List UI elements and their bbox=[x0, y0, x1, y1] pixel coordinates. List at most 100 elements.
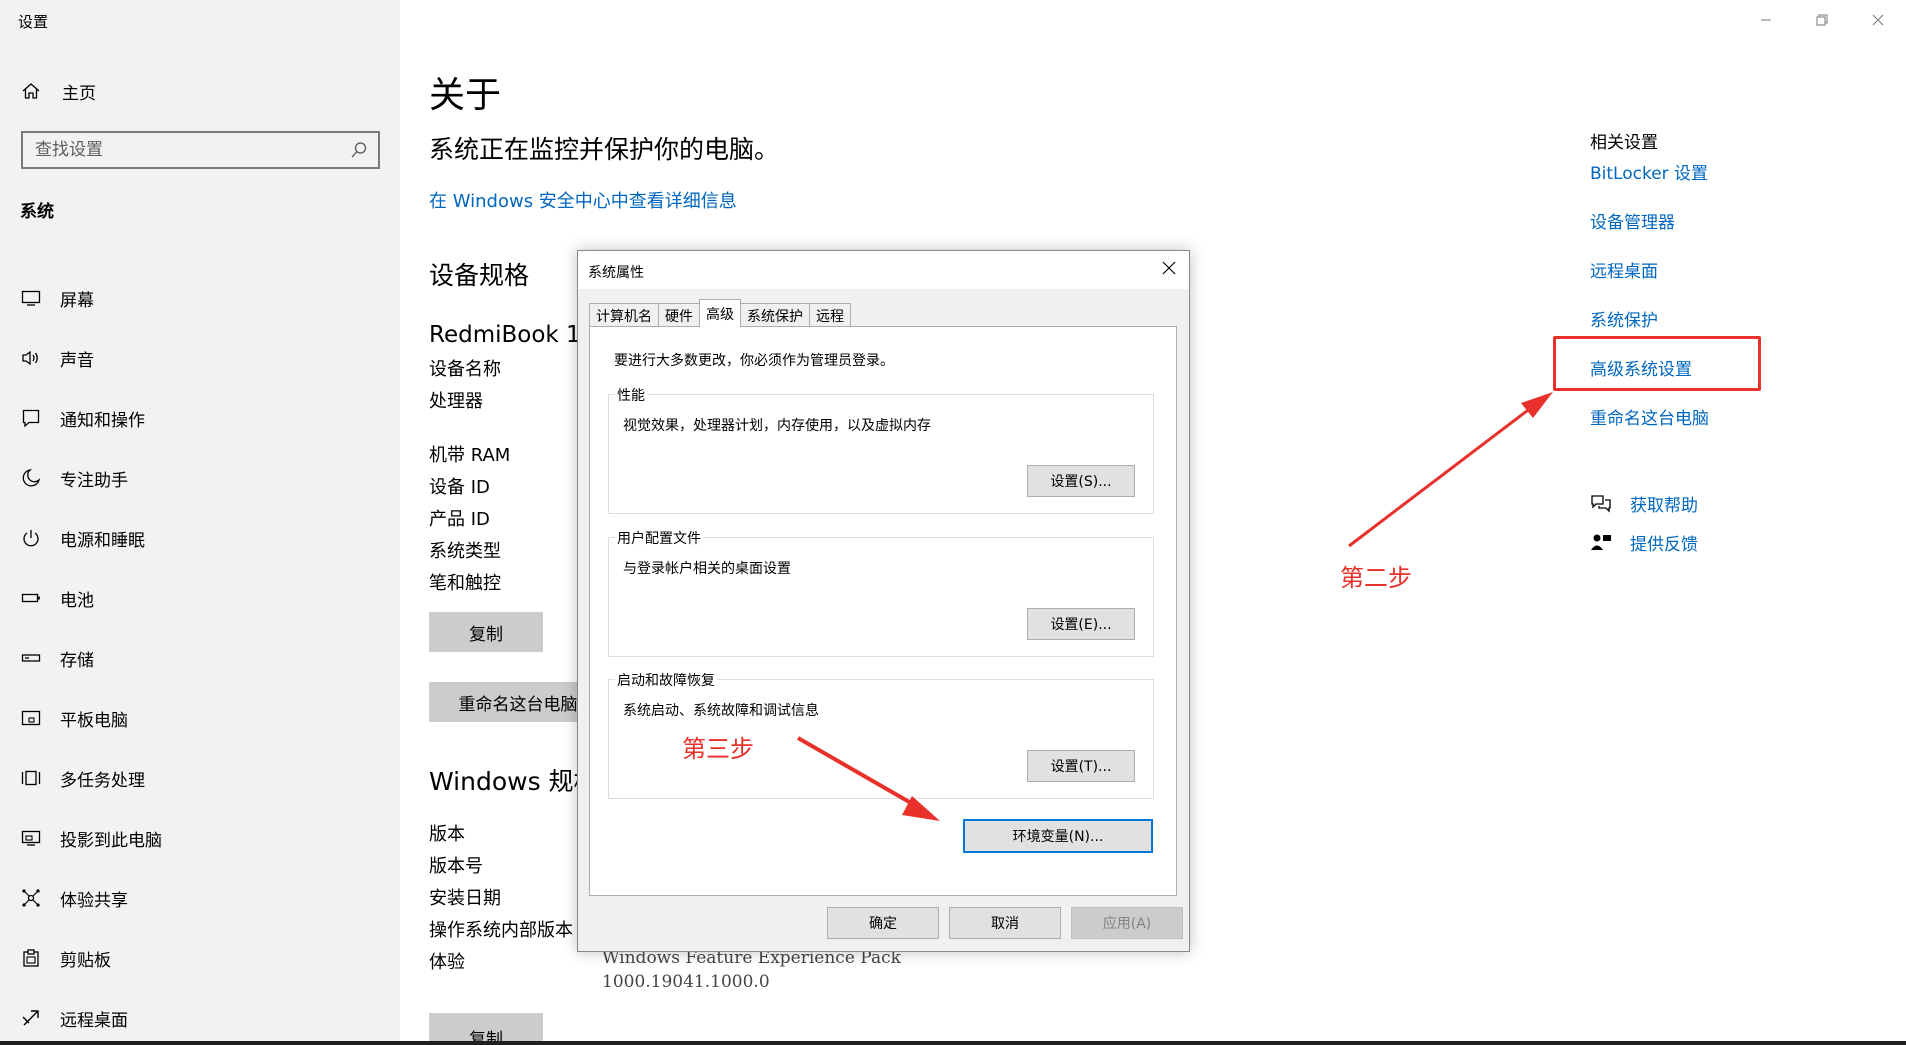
window-controls bbox=[1738, 0, 1906, 40]
group-desc: 与登录帐户相关的桌面设置 bbox=[623, 561, 791, 577]
nav-item-label: 专注助手 bbox=[60, 470, 128, 491]
tab-hardware[interactable]: 硬件 bbox=[658, 303, 700, 327]
dialog-close-button[interactable] bbox=[1159, 260, 1179, 280]
restore-button[interactable] bbox=[1794, 0, 1850, 40]
admin-note: 要进行大多数更改，你必须作为管理员登录。 bbox=[614, 353, 894, 369]
annotation-highlight-box bbox=[1553, 336, 1761, 391]
annotation-step-two: 第二步 bbox=[1340, 564, 1412, 592]
experience-version: 1000.19041.1000.0 bbox=[602, 972, 770, 992]
security-center-link[interactable]: 在 Windows 安全中心中查看详细信息 bbox=[429, 187, 737, 213]
nav-item-storage[interactable]: 存储 bbox=[20, 628, 380, 688]
environment-variables-button[interactable]: 环境变量(N)... bbox=[963, 819, 1153, 853]
nav-item-power[interactable]: 电源和睡眠 bbox=[20, 508, 380, 568]
startup-recovery-settings-button[interactable]: 设置(T)... bbox=[1027, 750, 1135, 782]
nav-item-label: 声音 bbox=[60, 350, 94, 371]
spec-label-system-type: 系统类型 bbox=[429, 541, 501, 562]
group-title: 启动和故障恢复 bbox=[615, 670, 717, 690]
device-spec-title: 设备规格 bbox=[429, 261, 530, 290]
notification-icon bbox=[20, 407, 42, 429]
advanced-tab-panel: 要进行大多数更改，你必须作为管理员登录。 性能 视觉效果，处理器计划，内存使用，… bbox=[589, 326, 1177, 896]
nav-item-label: 电源和睡眠 bbox=[60, 530, 145, 551]
nav-item-label: 多任务处理 bbox=[60, 770, 145, 791]
performance-group: 性能 视觉效果，处理器计划，内存使用，以及虚拟内存 设置(S)... bbox=[608, 385, 1154, 514]
protection-status: 系统正在监控并保护你的电脑。 bbox=[429, 135, 780, 164]
close-button[interactable] bbox=[1850, 0, 1906, 40]
group-desc: 视觉效果，处理器计划，内存使用，以及虚拟内存 bbox=[623, 418, 931, 434]
nav-item-battery[interactable]: 电池 bbox=[20, 568, 380, 628]
nav-item-label: 平板电脑 bbox=[60, 710, 128, 731]
tab-advanced[interactable]: 高级 bbox=[699, 299, 741, 327]
user-profiles-settings-button[interactable]: 设置(E)... bbox=[1027, 608, 1135, 640]
nav-item-label: 剪贴板 bbox=[60, 950, 111, 971]
nav-item-multitasking[interactable]: 多任务处理 bbox=[20, 748, 380, 808]
spec-label-install-date: 安装日期 bbox=[429, 888, 501, 909]
feedback-link[interactable]: 提供反馈 bbox=[1590, 530, 1698, 555]
group-desc: 系统启动、系统故障和调试信息 bbox=[623, 703, 819, 719]
apply-button[interactable]: 应用(A) bbox=[1071, 907, 1183, 939]
user-profiles-group: 用户配置文件 与登录帐户相关的桌面设置 设置(E)... bbox=[608, 528, 1154, 657]
search-input[interactable] bbox=[35, 140, 325, 160]
group-title: 用户配置文件 bbox=[615, 528, 703, 548]
remote-icon bbox=[20, 1007, 42, 1029]
nav-item-focus-assist[interactable]: 专注助手 bbox=[20, 448, 380, 508]
nav-item-remote-desktop[interactable]: 远程桌面 bbox=[20, 988, 380, 1045]
nav-item-label: 屏幕 bbox=[60, 290, 94, 311]
nav-item-label: 存储 bbox=[60, 650, 94, 671]
tab-system-protection[interactable]: 系统保护 bbox=[740, 303, 810, 327]
system-properties-dialog: 系统属性 计算机名 硬件 高级 系统保护 远程 要进行大多数更改，你必须作为管理… bbox=[577, 250, 1190, 952]
dialog-titlebar: 系统属性 bbox=[578, 251, 1189, 289]
tab-remote[interactable]: 远程 bbox=[809, 303, 851, 327]
performance-settings-button[interactable]: 设置(S)... bbox=[1027, 465, 1135, 497]
multitask-icon bbox=[20, 767, 42, 789]
moon-icon bbox=[20, 467, 42, 489]
spec-label-pen-touch: 笔和触控 bbox=[429, 573, 501, 594]
get-help-label: 获取帮助 bbox=[1630, 496, 1698, 516]
device-model: RedmiBook 13 bbox=[429, 322, 596, 348]
spec-label-experience: 体验 bbox=[429, 952, 465, 973]
remote-desktop-link[interactable]: 远程桌面 bbox=[1590, 261, 1709, 310]
spec-label-edition: 版本 bbox=[429, 824, 465, 845]
spec-label-version: 版本号 bbox=[429, 856, 483, 877]
nav-item-tablet[interactable]: 平板电脑 bbox=[20, 688, 380, 748]
nav-item-clipboard[interactable]: 剪贴板 bbox=[20, 928, 380, 988]
page-title: 关于 bbox=[429, 75, 502, 116]
related-settings-title: 相关设置 bbox=[1590, 133, 1658, 153]
chat-help-icon bbox=[1590, 493, 1612, 515]
rename-pc-link[interactable]: 重命名这台电脑 bbox=[1590, 408, 1709, 457]
nav-item-label: 通知和操作 bbox=[60, 410, 145, 431]
clipboard-icon bbox=[20, 947, 42, 969]
sidebar: 设置 主页 系统 屏幕 声音 通知和操作 专注助手 bbox=[0, 0, 400, 1045]
spec-label-ram: 机带 RAM bbox=[429, 445, 511, 466]
nav-item-project[interactable]: 投影到此电脑 bbox=[20, 808, 380, 868]
speaker-icon bbox=[20, 347, 42, 369]
nav-home[interactable]: 主页 bbox=[20, 79, 96, 104]
nav-item-shared-experiences[interactable]: 体验共享 bbox=[20, 868, 380, 928]
nav-item-label: 远程桌面 bbox=[60, 1010, 128, 1031]
minimize-icon bbox=[1760, 11, 1772, 30]
nav-item-label: 电池 bbox=[60, 590, 94, 611]
ok-button[interactable]: 确定 bbox=[827, 907, 939, 939]
copy-button[interactable]: 复制 bbox=[429, 612, 543, 652]
annotation-step-three: 第三步 bbox=[682, 735, 754, 763]
nav-item-label: 投影到此电脑 bbox=[60, 830, 162, 851]
storage-icon bbox=[20, 647, 42, 669]
nav-item-notifications[interactable]: 通知和操作 bbox=[20, 388, 380, 448]
spec-label-device-id: 设备 ID bbox=[429, 477, 490, 498]
search-icon[interactable] bbox=[350, 141, 368, 159]
bitlocker-link[interactable]: BitLocker 设置 bbox=[1590, 163, 1709, 212]
get-help-link[interactable]: 获取帮助 bbox=[1590, 491, 1698, 516]
project-icon bbox=[20, 827, 42, 849]
spec-label-product-id: 产品 ID bbox=[429, 509, 490, 530]
search-box[interactable] bbox=[21, 131, 380, 169]
related-settings: 相关设置 BitLocker 设置 设备管理器 远程桌面 系统保护 高级系统设置… bbox=[1590, 128, 1709, 457]
device-manager-link[interactable]: 设备管理器 bbox=[1590, 212, 1709, 261]
nav-item-display[interactable]: 屏幕 bbox=[20, 268, 380, 328]
spec-label-os-build: 操作系统内部版本 bbox=[429, 920, 573, 941]
cancel-button[interactable]: 取消 bbox=[949, 907, 1061, 939]
nav-item-sound[interactable]: 声音 bbox=[20, 328, 380, 388]
tab-computer-name[interactable]: 计算机名 bbox=[589, 303, 659, 327]
dialog-tabs: 计算机名 硬件 高级 系统保护 远程 bbox=[589, 299, 851, 327]
minimize-button[interactable] bbox=[1738, 0, 1794, 40]
nav-item-label: 体验共享 bbox=[60, 890, 128, 911]
dialog-title: 系统属性 bbox=[588, 265, 644, 281]
